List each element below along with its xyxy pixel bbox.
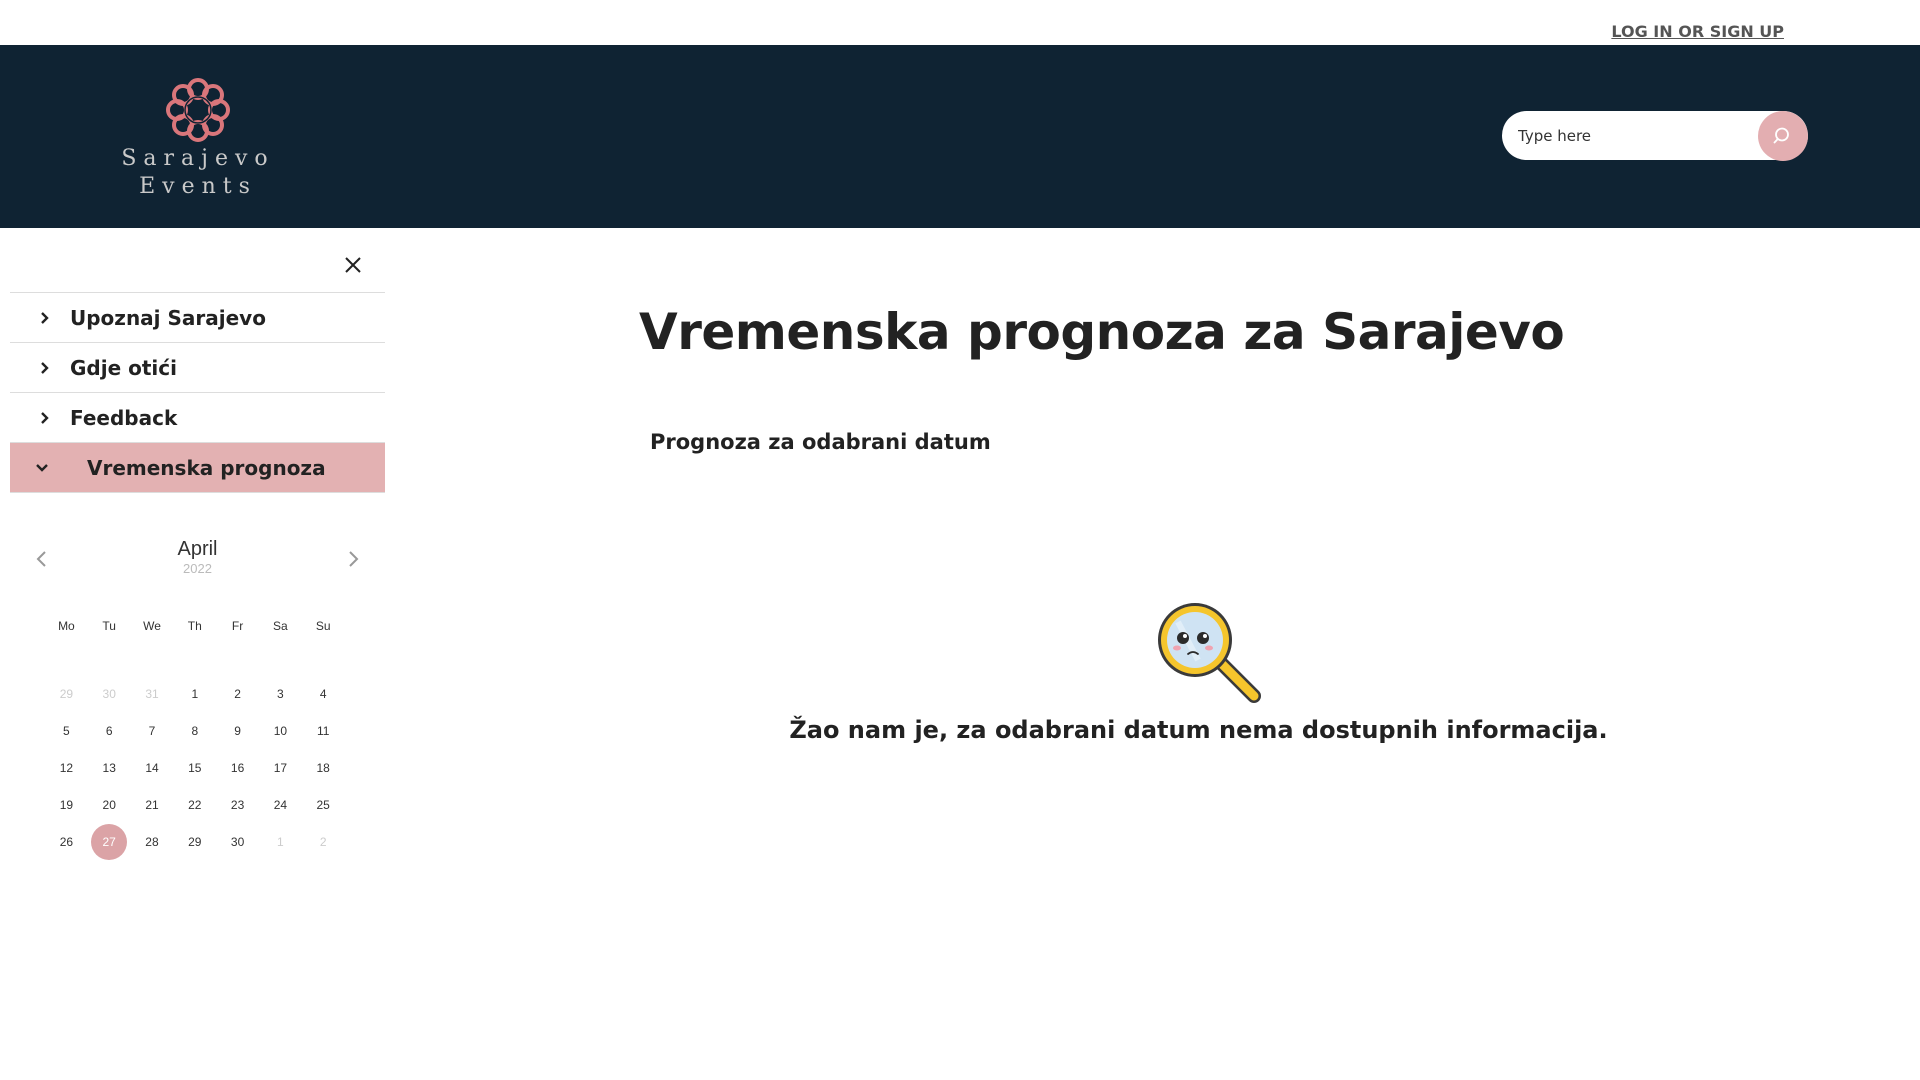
sidebar-item-vremenska-prognoza[interactable]: Vremenska prognoza — [10, 443, 385, 493]
logo[interactable]: Sarajevo Events — [118, 77, 278, 207]
calendar-day[interactable]: 17 — [259, 750, 302, 786]
calendar-day[interactable]: 12 — [45, 750, 88, 786]
search-button[interactable] — [1758, 111, 1808, 161]
calendar-day[interactable]: 14 — [131, 750, 174, 786]
calendar-week: 19 20 21 22 23 24 25 — [45, 786, 345, 823]
section-subtitle: Prognoza za odabrani datum — [650, 430, 991, 454]
calendar-day[interactable]: 31 — [131, 676, 174, 712]
sidebar-close-row — [10, 245, 385, 293]
logo-text-line1: Sarajevo — [121, 146, 275, 171]
calendar-day-selected[interactable]: 27 — [91, 823, 128, 860]
sidebar-item-label: Upoznaj Sarajevo — [70, 305, 266, 330]
calendar-day[interactable]: 13 — [88, 750, 131, 786]
calendar-year: 2022 — [183, 561, 212, 576]
calendar-day[interactable]: 15 — [173, 750, 216, 786]
calendar-day[interactable]: 25 — [302, 787, 345, 823]
calendar-day[interactable]: 3 — [259, 676, 302, 712]
calendar-day[interactable]: 2 — [216, 676, 259, 712]
login-signup-link[interactable]: LOG IN OR SIGN UP — [1611, 22, 1784, 41]
chevron-down-icon — [35, 463, 55, 473]
weekday-label: Tu — [102, 619, 116, 633]
no-data-message: Žao nam je, za odabrani datum nema dostu… — [789, 716, 1608, 744]
calendar-week: 12 13 14 15 16 17 18 — [45, 749, 345, 786]
weekday-label: Th — [187, 619, 202, 633]
calendar-day[interactable]: 1 — [259, 824, 302, 860]
calendar-day[interactable]: 4 — [302, 676, 345, 712]
sad-magnifier-icon — [1158, 603, 1261, 703]
calendar-day[interactable]: 1 — [173, 676, 216, 712]
calendar-day[interactable]: 30 — [216, 824, 259, 860]
sidebar-item-label: Feedback — [70, 405, 178, 430]
close-icon[interactable] — [343, 255, 363, 275]
sidebar-item-feedback[interactable]: Feedback — [10, 393, 385, 443]
weekday-label: Fr — [231, 619, 244, 633]
chevron-right-icon — [40, 311, 60, 325]
calendar-day[interactable]: 16 — [216, 750, 259, 786]
sidebar-item-upoznaj-sarajevo[interactable]: Upoznaj Sarajevo — [10, 293, 385, 343]
calendar-day[interactable]: 28 — [131, 824, 174, 860]
date-picker-calendar: April 2022 Mo Tu We Th Fr Sa Su 29 30 31… — [10, 535, 385, 860]
page-title: Vremenska prognoza za Sarajevo — [639, 303, 1565, 361]
sidebar-menu: Upoznaj Sarajevo Gdje otići Feedback Vre… — [10, 245, 385, 493]
calendar-day[interactable]: 29 — [45, 676, 88, 712]
calendar-month: April — [177, 538, 218, 560]
sidebar-item-gdje-otici[interactable]: Gdje otići — [10, 343, 385, 393]
top-bar: LOG IN OR SIGN UP — [0, 0, 1920, 45]
chevron-right-icon — [40, 361, 60, 375]
sidebar-item-label: Gdje otići — [70, 355, 177, 380]
calendar-week: 29 30 31 1 2 3 4 — [45, 675, 345, 712]
calendar-day[interactable]: 2 — [302, 824, 345, 860]
calendar-header: April 2022 — [10, 535, 385, 595]
calendar-day[interactable]: 21 — [131, 787, 174, 823]
calendar-day[interactable]: 19 — [45, 787, 88, 823]
logo-knot-icon — [166, 78, 230, 142]
search-icon — [1773, 127, 1789, 144]
calendar-day[interactable]: 24 — [259, 787, 302, 823]
chevron-left-icon[interactable] — [30, 547, 54, 571]
search-input[interactable] — [1518, 111, 1758, 160]
weekday-label: Su — [315, 619, 331, 633]
chevron-right-icon — [40, 411, 60, 425]
calendar-day[interactable]: 22 — [173, 787, 216, 823]
calendar-day[interactable]: 26 — [45, 824, 88, 860]
logo-text-line2: Events — [139, 174, 257, 199]
search-bar — [1502, 111, 1808, 161]
calendar-week: 26 27 28 29 30 1 2 — [45, 823, 345, 860]
calendar-day[interactable]: 23 — [216, 787, 259, 823]
calendar-day[interactable]: 20 — [88, 787, 131, 823]
sidebar-item-label: Vremenska prognoza — [87, 455, 326, 480]
weekday-label: We — [143, 619, 161, 633]
site-header: Sarajevo Events — [0, 45, 1920, 228]
calendar-day[interactable]: 30 — [88, 676, 131, 712]
weekday-label: Sa — [273, 619, 288, 633]
chevron-right-icon[interactable] — [341, 547, 365, 571]
calendar-day[interactable]: 18 — [302, 750, 345, 786]
weekday-label: Mo — [58, 619, 75, 633]
calendar-day[interactable]: 29 — [173, 824, 216, 860]
calendar-weekday-row: Mo Tu We Th Fr Sa Su — [45, 615, 345, 637]
